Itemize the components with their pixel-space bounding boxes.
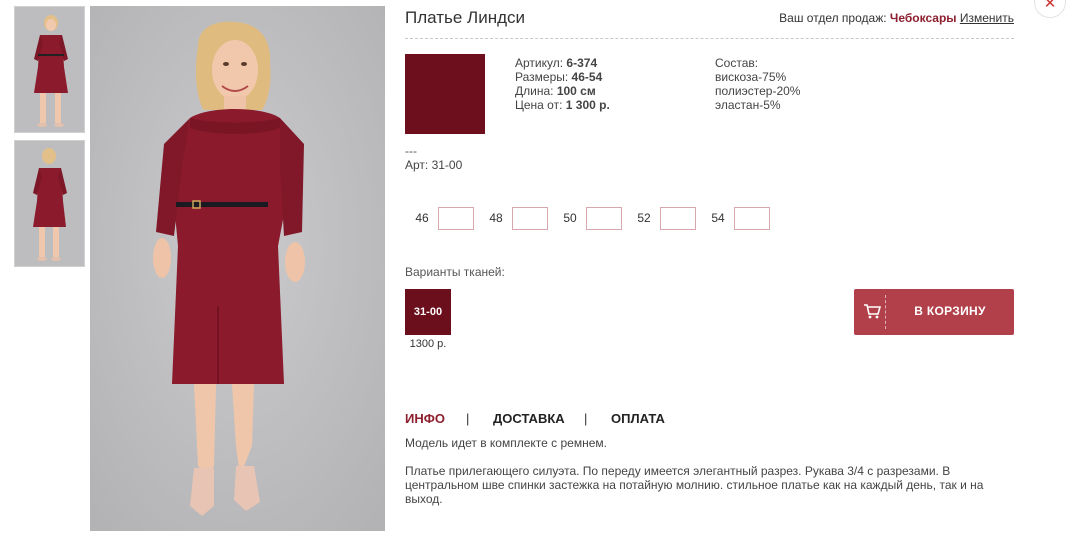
- region-change-link[interactable]: Изменить: [960, 11, 1014, 25]
- info-text-1: Модель идет в комплекте с ремнем.: [405, 436, 607, 450]
- composition-item: полиэстер-20%: [715, 84, 801, 98]
- add-to-cart-button[interactable]: В КОРЗИНУ: [854, 289, 1014, 335]
- product-specs: Артикул: 6-374 Размеры: 46-54 Длина: 100…: [515, 56, 610, 112]
- region-label: Ваш отдел продаж:: [779, 11, 887, 25]
- dress-model-image: [90, 6, 385, 531]
- dashes: ---: [405, 144, 417, 158]
- size-label-48: 48: [489, 211, 503, 225]
- size-label-50: 50: [563, 211, 577, 225]
- tab-separator: |: [466, 411, 470, 426]
- fabric-variants-label: Варианты тканей:: [405, 265, 505, 279]
- dress-front-thumbnail-image: [15, 7, 84, 132]
- spec-length: Длина: 100 см: [515, 84, 596, 98]
- size-label-52: 52: [637, 211, 651, 225]
- composition-item: вискоза-75%: [715, 70, 787, 84]
- size-qty-input-54[interactable]: [734, 207, 770, 230]
- variant-price: 1300 р.: [409, 338, 447, 350]
- composition: Состав: вискоза-75% полиэстер-20% эласта…: [715, 56, 800, 112]
- composition-item: эластан-5%: [715, 98, 781, 112]
- tab-info[interactable]: ИНФО: [405, 411, 445, 426]
- add-to-cart-label: В КОРЗИНУ: [914, 304, 986, 318]
- info-text-2: Платье прилегающего силуэта. По переду и…: [405, 464, 984, 506]
- tab-delivery[interactable]: ДОСТАВКА: [493, 411, 565, 426]
- composition-label: Состав:: [715, 56, 759, 70]
- thumbnail-back[interactable]: [14, 140, 85, 267]
- close-button[interactable]: ✕: [1034, 0, 1066, 18]
- main-product-photo[interactable]: [90, 6, 385, 531]
- product-title: Платье Линдси: [405, 8, 525, 27]
- divider: [405, 38, 1014, 39]
- variant-code: 31-00: [413, 306, 443, 318]
- fabric-variant-swatch[interactable]: 31-00: [405, 289, 451, 335]
- size-label-46: 46: [415, 211, 429, 225]
- size-qty-input-50[interactable]: [586, 207, 622, 230]
- size-qty-input-46[interactable]: [438, 207, 474, 230]
- spec-article: Артикул: 6-374: [515, 56, 598, 70]
- sales-region: Ваш отдел продаж: Чебоксары Изменить: [779, 11, 1014, 25]
- thumbnail-front[interactable]: [14, 6, 85, 133]
- spec-price: Цена от: 1 300 р.: [515, 98, 610, 112]
- fabric-swatch: [405, 54, 485, 134]
- tab-separator: |: [584, 411, 588, 426]
- size-qty-input-48[interactable]: [512, 207, 548, 230]
- art-code: Арт: 31-00: [405, 158, 463, 172]
- dress-back-thumbnail-image: [15, 141, 84, 266]
- size-qty-input-52[interactable]: [660, 207, 696, 230]
- size-label-54: 54: [711, 211, 725, 225]
- close-icon: ✕: [1043, 0, 1057, 12]
- cart-icon: [864, 304, 881, 319]
- region-city: Чебоксары: [889, 11, 957, 25]
- tab-payment[interactable]: ОПЛАТА: [611, 411, 665, 426]
- spec-sizes: Размеры: 46-54: [515, 70, 603, 84]
